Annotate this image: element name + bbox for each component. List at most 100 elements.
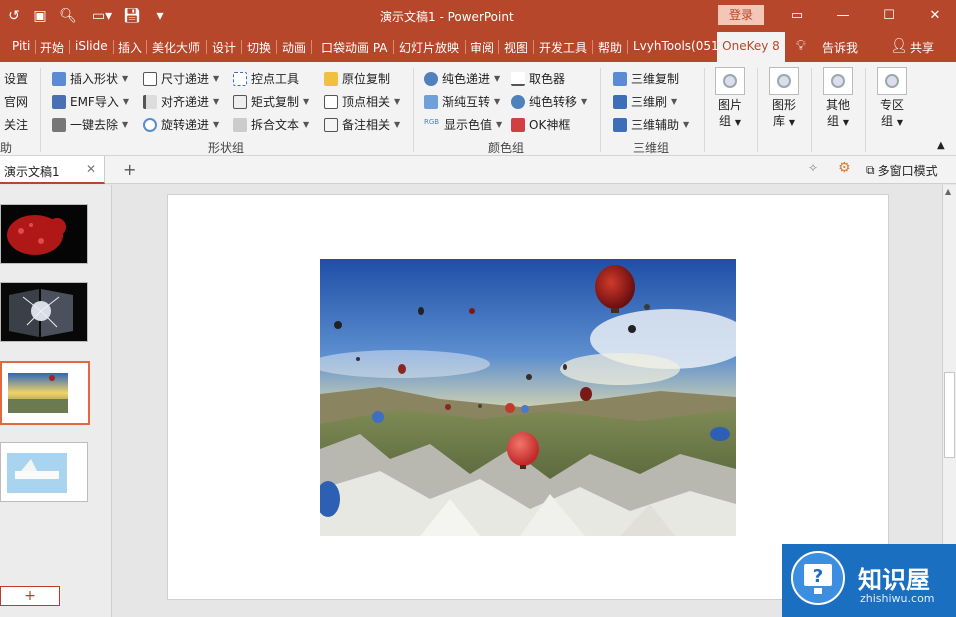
insert-shape-button[interactable]: 插入形状 ▼ [52,70,128,87]
tab-review[interactable]: 审阅 [470,39,494,56]
tab-onekey[interactable]: OneKey 8 [717,32,785,62]
3d-assist-button[interactable]: 三维辅助 ▼ [613,116,689,133]
follow-button[interactable]: 关注 [4,116,28,133]
close-tab-icon[interactable]: ✕ [86,162,96,176]
tab-home[interactable]: 开始 [40,39,64,56]
one-click-remove-button[interactable]: 一键去除 ▼ [52,116,128,133]
scrollbar-thumb[interactable] [944,372,955,458]
eraser-icon [52,117,66,132]
official-site-button[interactable]: 官网 [4,93,28,110]
lightbulb-icon[interactable]: 💡︎ [796,38,806,54]
size-icon [143,71,157,86]
matrix-copy-button[interactable]: 矩式复制 ▼ [233,93,309,110]
balloon-landscape-picture[interactable] [320,259,736,536]
document-tab-title: 演示文稿1 [4,165,60,179]
ok-frame-button[interactable]: OK神框 [511,116,570,133]
scroll-up-icon[interactable]: ▲ [945,187,951,196]
3d-brush-button[interactable]: 三维刷 ▼ [613,93,677,110]
gradient-solid-swap-button[interactable]: 渐纯互转 ▼ [424,93,500,110]
tab-transitions[interactable]: 切换 [247,39,271,56]
tab-pocket-animation[interactable]: 口袋动画 PA [321,39,388,56]
shape-library-button[interactable]: 图形 库 ▼ [760,67,808,131]
special-zone-button[interactable]: 专区 组 ▼ [868,67,916,131]
collapse-ribbon-icon[interactable]: ▲ [937,140,945,151]
pin-icon[interactable]: ✧ [808,161,818,175]
autosave-icon[interactable]: ↺ [4,6,24,26]
slide-thumbnail-3-selected[interactable] [0,361,90,425]
insert-screenshot-icon[interactable]: ▭▾ [88,6,116,26]
chevron-down-icon: ▼ [122,74,129,83]
size-progression-button[interactable]: 尺寸递进 ▼ [143,70,219,87]
matrix-icon [233,94,247,109]
chevron-down-icon: ▼ [213,97,220,106]
solid-color-progression-button[interactable]: 纯色递进 ▼ [424,70,500,87]
gear-icon[interactable]: ⚙ [838,160,851,176]
print-preview-icon[interactable]: 🔍︎ [58,6,78,26]
align-progression-button[interactable]: 对齐递进 ▼ [143,93,219,110]
watermark-title: 知识屋 [858,566,930,594]
minimize-icon[interactable]: — [828,4,858,26]
tab-separator [498,40,499,54]
split-merge-text-label: 拆合文本 [251,118,300,132]
tab-developer[interactable]: 开发工具 [539,39,587,56]
tab-piti[interactable]: Piti [12,39,30,53]
tab-insert[interactable]: 插入 [118,39,142,56]
login-button[interactable]: 登录 [718,5,764,25]
tell-me-search[interactable]: 告诉我 [822,39,858,56]
window-title: 演示文稿1 - PowerPoint [380,10,514,24]
rotate-progression-button[interactable]: 旋转递进 ▼ [143,116,219,133]
gradient-icon [424,94,438,109]
show-color-value-button[interactable]: RGB 显示色值 ▼ [424,116,502,133]
split-merge-text-button[interactable]: 拆合文本 ▼ [233,116,309,133]
special-zone-label-2: 组 ▼ [881,114,903,128]
chevron-down-icon: ▼ [683,120,690,129]
tab-animations[interactable]: 动画 [282,39,306,56]
save-icon[interactable]: 💾︎ [122,6,142,26]
multi-window-label: 多窗口模式 [877,164,938,178]
vertex-related-button[interactable]: 顶点相关 ▼ [324,93,400,110]
solid-color-transfer-button[interactable]: 纯色转移 ▼ [511,93,587,110]
tab-lvyhtools[interactable]: LvyhTools(051 [633,39,719,53]
3d-copy-button[interactable]: 三维复制 [613,70,679,87]
slide-thumbnail-1[interactable] [0,204,88,264]
tab-beautify[interactable]: 美化大师 [152,39,200,56]
add-slide-button[interactable]: + [0,586,60,606]
tab-design[interactable]: 设计 [212,39,236,56]
tab-separator [533,40,534,54]
solid-color-progression-label: 纯色递进 [442,72,491,86]
tab-separator [35,40,36,54]
slide-thumbnail-2[interactable] [0,282,88,342]
tab-view[interactable]: 视图 [504,39,528,56]
in-place-copy-button[interactable]: 原位复制 [324,70,390,87]
color-drops-icon [424,71,438,86]
vertex-icon [324,94,338,109]
tab-slideshow[interactable]: 幻灯片放映 [399,39,459,56]
rgb-icon: RGB [424,117,440,126]
slide-thumbnail-4[interactable] [0,442,88,502]
notes-related-button[interactable]: 备注相关 ▼ [324,116,400,133]
emf-import-button[interactable]: EMF导入 ▼ [52,93,129,110]
handle-icon [233,71,247,86]
new-tab-icon[interactable]: + [123,160,136,179]
chevron-down-icon: ▼ [303,97,310,106]
multi-window-mode-button[interactable]: ⧉ 多窗口模式 [866,162,938,179]
picture-group-button[interactable]: 图片 组 ▼ [706,67,754,131]
settings-button[interactable]: 设置 [4,70,28,87]
color-picker-button[interactable]: 取色器 [511,70,565,87]
maximize-icon[interactable]: ☐ [874,4,904,26]
tab-help[interactable]: 帮助 [598,39,622,56]
share-button[interactable]: 共享 [910,39,934,56]
text-icon [233,117,247,132]
chevron-down-icon: ▼ [122,120,129,129]
ribbon-display-icon[interactable]: ▭ [782,4,812,26]
other-group-button[interactable]: 其他 组 ▼ [814,67,862,131]
customize-toolbar-icon[interactable]: ▾ [150,6,170,26]
watermark-url: zhishiwu.com [860,592,935,605]
close-icon[interactable]: ✕ [920,4,950,26]
present-icon[interactable]: ▣ [30,6,50,26]
handle-tool-button[interactable]: 控点工具 [233,70,299,87]
share-person-icon[interactable]: 👤︎ [890,38,908,54]
tab-islide[interactable]: iSlide [75,39,108,53]
3d-assist-icon [613,117,627,132]
picture-group-label-2: 组 ▼ [719,114,741,128]
